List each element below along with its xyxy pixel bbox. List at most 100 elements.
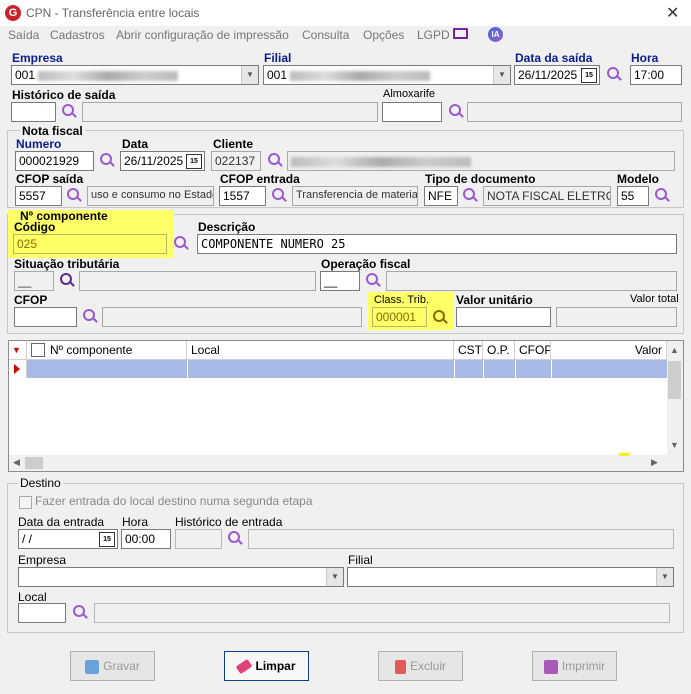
search-icon[interactable] — [60, 273, 75, 287]
save-icon — [85, 659, 100, 674]
excluir-button[interactable]: Excluir — [378, 651, 463, 681]
search-icon[interactable] — [228, 531, 243, 545]
ia-icon[interactable]: IA — [488, 27, 503, 42]
calendar-icon[interactable]: 15 — [99, 532, 115, 547]
class-trib-field[interactable]: 000001 — [372, 307, 427, 327]
destino-local-code[interactable] — [18, 603, 66, 623]
descricao-field[interactable]: COMPONENTE NUMERO 25 — [197, 234, 677, 254]
tipo-documento-field[interactable]: NFE — [424, 186, 458, 206]
valor-unitario-field[interactable] — [456, 307, 551, 327]
cfop-field[interactable] — [14, 307, 77, 327]
calendar-icon[interactable]: 15 — [581, 68, 597, 83]
destino-empresa-label: Empresa — [18, 553, 67, 567]
data-entrada-field[interactable]: / / 15 — [18, 529, 118, 549]
vertical-scrollbar[interactable]: ▲ ▼ — [667, 341, 683, 455]
data-field[interactable]: 26/11/2025 15 — [120, 151, 205, 171]
horizontal-scrollbar[interactable]: ◀ ▶ — [9, 455, 683, 471]
scroll-thumb[interactable] — [668, 361, 681, 399]
trash-icon — [394, 659, 406, 674]
grid-col-op[interactable]: O.P. — [483, 341, 515, 360]
grid-col-cfop[interactable]: CFOP — [515, 341, 551, 360]
search-icon[interactable] — [62, 104, 77, 118]
items-grid[interactable]: ▼ Nº componente Local CST O.P. CFOP Valo… — [8, 340, 684, 472]
hora-field[interactable]: 17:00 — [630, 65, 682, 85]
grid-menu-icon[interactable]: ▼ — [9, 341, 27, 360]
menu-lgpd[interactable]: LGPD — [417, 28, 450, 42]
destino-local-desc — [94, 603, 670, 623]
situacao-tributaria-label: Situação tributária — [14, 257, 120, 271]
search-icon[interactable] — [433, 310, 448, 324]
menu-abrir-configuracao[interactable]: Abrir configuração de impressão — [116, 28, 289, 42]
data-saida-field[interactable]: 26/11/2025 15 — [514, 65, 600, 85]
table-row[interactable] — [27, 360, 667, 378]
hscroll-thumb[interactable] — [25, 457, 43, 469]
excluir-label: Excluir — [409, 659, 446, 673]
printer-icon — [543, 659, 558, 674]
filial-select[interactable]: 001 ▼ — [263, 65, 511, 85]
situacao-tributaria-desc — [79, 271, 316, 291]
destino-local-label: Local — [18, 590, 47, 604]
numero-label: Numero — [16, 137, 62, 151]
search-icon[interactable] — [67, 188, 82, 202]
codigo-field[interactable]: 025 — [13, 234, 167, 254]
cfop-saida-field[interactable]: 5557 — [15, 186, 62, 206]
operacao-fiscal-field[interactable]: __ — [320, 271, 360, 291]
search-icon[interactable] — [366, 273, 381, 287]
cfop-desc — [102, 307, 362, 327]
gravar-button[interactable]: Gravar — [70, 651, 155, 681]
imprimir-button[interactable]: Imprimir — [532, 651, 617, 681]
scroll-up-icon[interactable]: ▲ — [670, 345, 679, 355]
historico-saida-label: Histórico de saída — [12, 88, 116, 102]
grid-col-local[interactable]: Local — [187, 341, 454, 360]
filial-name-redacted — [290, 70, 431, 81]
menu-cadastros[interactable]: Cadastros — [50, 28, 105, 42]
gravar-label: Gravar — [103, 659, 140, 673]
limpar-label: Limpar — [255, 659, 296, 673]
grid-col-componente[interactable]: Nº componente — [27, 341, 187, 360]
search-icon[interactable] — [463, 188, 478, 202]
scroll-down-icon[interactable]: ▼ — [670, 440, 679, 450]
historico-entrada-code[interactable] — [175, 529, 222, 549]
menu-saida[interactable]: Saída — [8, 28, 39, 42]
hora-entrada-field[interactable]: 00:00 — [121, 529, 171, 549]
chevron-down-icon[interactable]: ▼ — [241, 66, 258, 84]
destino-filial-select[interactable]: ▼ — [347, 567, 674, 587]
historico-saida-code[interactable] — [11, 102, 56, 122]
search-icon[interactable] — [268, 153, 283, 167]
search-icon[interactable] — [174, 236, 189, 250]
limpar-button[interactable]: Limpar — [224, 651, 309, 681]
scroll-right-icon[interactable]: ▶ — [651, 457, 658, 468]
window-title: CPN - Transferência entre locais — [26, 6, 200, 20]
cfop-entrada-field[interactable]: 1557 — [219, 186, 266, 206]
filial-code: 001 — [267, 68, 288, 82]
search-icon[interactable] — [100, 153, 115, 167]
calendar-icon[interactable]: 15 — [186, 154, 202, 169]
chevron-down-icon[interactable]: ▼ — [493, 66, 510, 84]
chevron-down-icon[interactable]: ▼ — [656, 568, 673, 586]
almoxarife-code[interactable] — [382, 102, 442, 122]
chevron-down-icon[interactable]: ▼ — [326, 568, 343, 586]
search-icon[interactable] — [607, 67, 622, 81]
monitor-icon[interactable] — [453, 28, 468, 39]
cliente-field[interactable]: 022137 — [211, 151, 261, 171]
grid-col-valor[interactable]: Valor — [551, 341, 667, 360]
valor-total-label: Valor total — [630, 293, 679, 305]
search-icon[interactable] — [83, 309, 98, 323]
segunda-etapa-checkbox[interactable] — [19, 496, 32, 509]
document-icon — [31, 342, 45, 357]
modelo-field[interactable]: 55 — [617, 186, 649, 206]
menu-consulta[interactable]: Consulta — [302, 28, 349, 42]
destino-empresa-select[interactable]: ▼ — [18, 567, 344, 587]
menu-opcoes[interactable]: Opções — [363, 28, 404, 42]
search-icon[interactable] — [655, 188, 670, 202]
empresa-select[interactable]: 001 ▼ — [11, 65, 259, 85]
search-icon[interactable] — [449, 104, 464, 118]
search-icon[interactable] — [272, 188, 287, 202]
historico-entrada-label: Histórico de entrada — [175, 515, 283, 529]
grid-col-cst[interactable]: CST — [454, 341, 483, 360]
situacao-tributaria-field[interactable]: __ — [14, 271, 54, 291]
search-icon[interactable] — [73, 605, 88, 619]
scroll-left-icon[interactable]: ◀ — [13, 457, 20, 468]
close-icon[interactable]: ✕ — [666, 3, 679, 23]
numero-field[interactable]: 000021929 — [15, 151, 94, 171]
